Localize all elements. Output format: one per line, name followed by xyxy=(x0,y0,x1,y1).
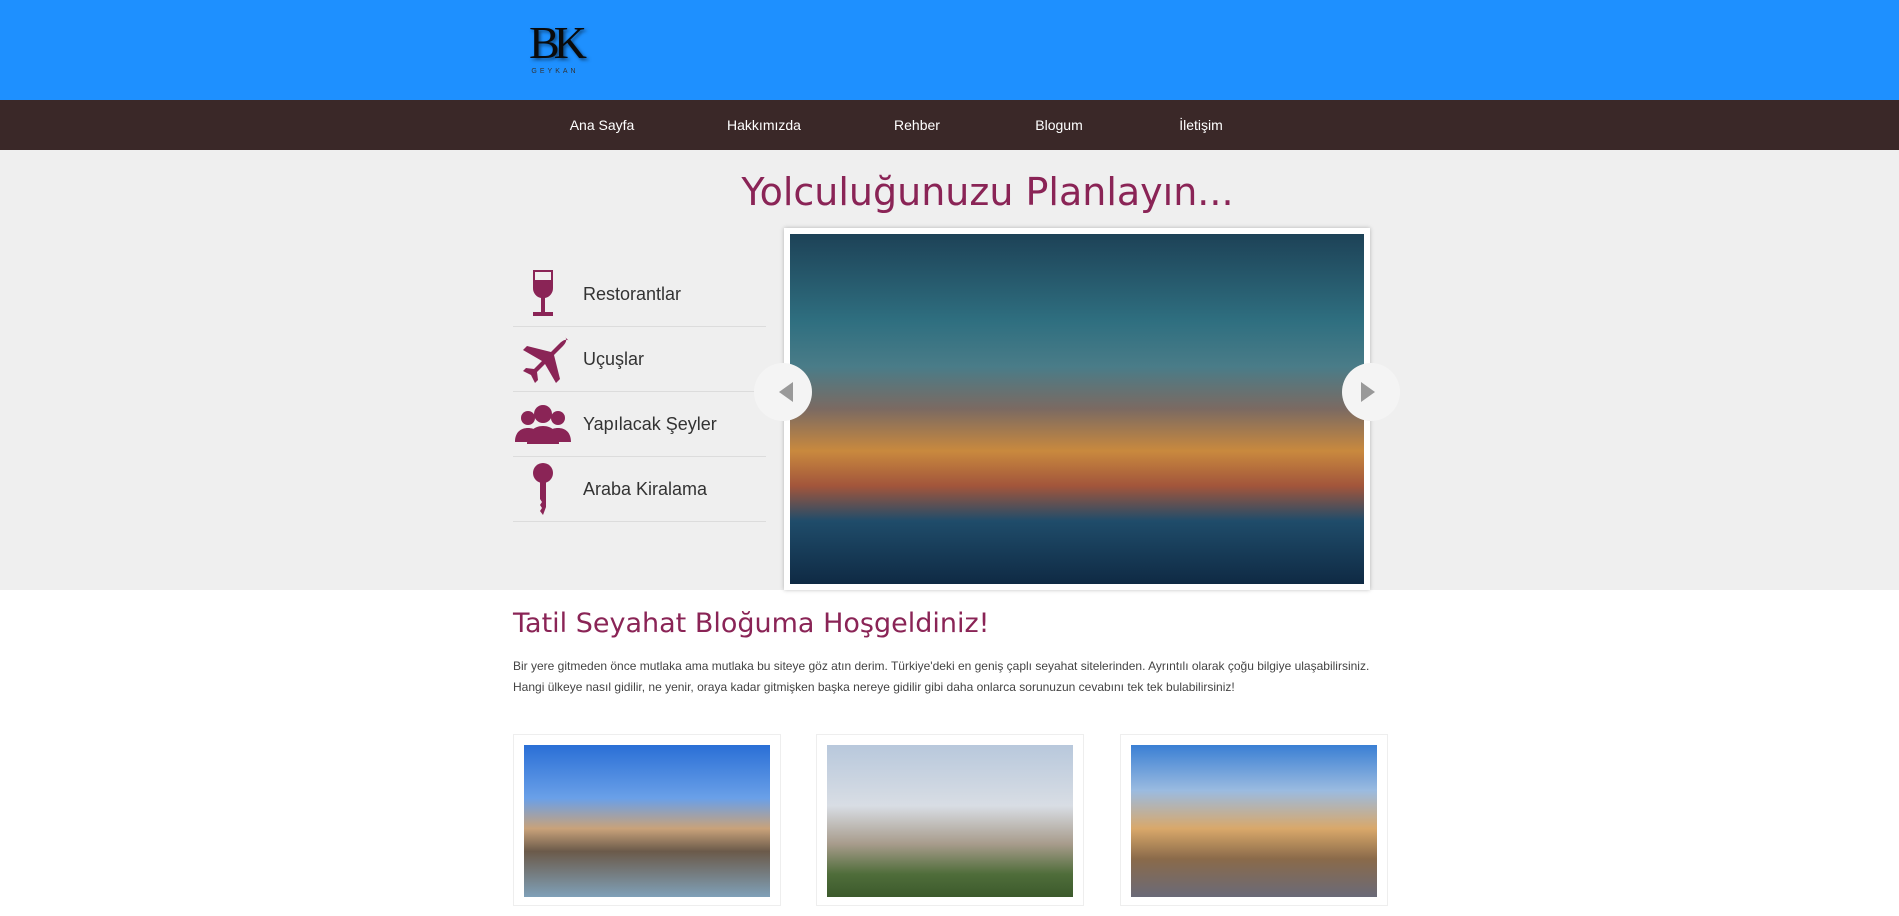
menu-item-araba-kiralama[interactable]: Araba Kiralama xyxy=(513,457,766,522)
nav-blogum[interactable]: Blogum xyxy=(1035,100,1082,150)
nav-hakkimizda[interactable]: Hakkımızda xyxy=(727,100,801,150)
logo[interactable]: BK GEYKAN xyxy=(525,20,587,80)
key-icon xyxy=(533,463,553,515)
hero-title: Yolculuğunuzu Planlayın... xyxy=(741,170,1234,214)
welcome-paragraph-1: Bir yere gitmeden önce mutlaka ama mutla… xyxy=(513,659,1370,673)
planning-menu: Restorantlar Uçuşlar Yapılacak Şeyler Ar… xyxy=(513,262,766,522)
nav-iletisim[interactable]: İletişim xyxy=(1179,100,1223,150)
menu-label: Araba Kiralama xyxy=(583,478,708,499)
welcome-text: Bir yere gitmeden önce mutlaka ama mutla… xyxy=(513,656,1373,698)
slide-image-cologne xyxy=(790,234,1364,584)
menu-label: Restorantlar xyxy=(583,283,682,304)
photo-card-prague[interactable] xyxy=(1120,734,1388,906)
menu-label: Uçuşlar xyxy=(583,348,645,369)
image-slider xyxy=(754,228,1400,590)
slider-next-button[interactable] xyxy=(1342,363,1400,421)
menu-item-yapilacak[interactable]: Yapılacak Şeyler xyxy=(513,392,766,457)
main-nav: Ana Sayfa Hakkımızda Rehber Blogum İleti… xyxy=(0,100,1899,150)
nav-rehber[interactable]: Rehber xyxy=(894,100,940,150)
welcome-paragraph-2: Hangi ülkeye nasıl gidilir, ne yenir, or… xyxy=(513,680,1235,694)
menu-label: Yapılacak Şeyler xyxy=(583,413,717,434)
menu-item-ucuslar[interactable]: Uçuşlar xyxy=(513,327,766,392)
slider-prev-button[interactable] xyxy=(754,363,812,421)
hero-section: Yolculuğunuzu Planlayın... Restorantlar … xyxy=(0,150,1899,590)
menu-item-restorantlar[interactable]: Restorantlar xyxy=(513,262,766,327)
header: BK GEYKAN xyxy=(0,0,1899,100)
nav-ana-sayfa[interactable]: Ana Sayfa xyxy=(570,100,635,150)
welcome-title: Tatil Seyahat Bloğuma Hoşgeldiniz! xyxy=(513,608,990,639)
airplane-icon xyxy=(523,337,569,383)
wine-glass-icon xyxy=(532,270,554,316)
photo-card-lyon[interactable] xyxy=(513,734,781,906)
people-icon xyxy=(515,405,571,444)
photo-card-paris[interactable] xyxy=(816,734,1084,906)
